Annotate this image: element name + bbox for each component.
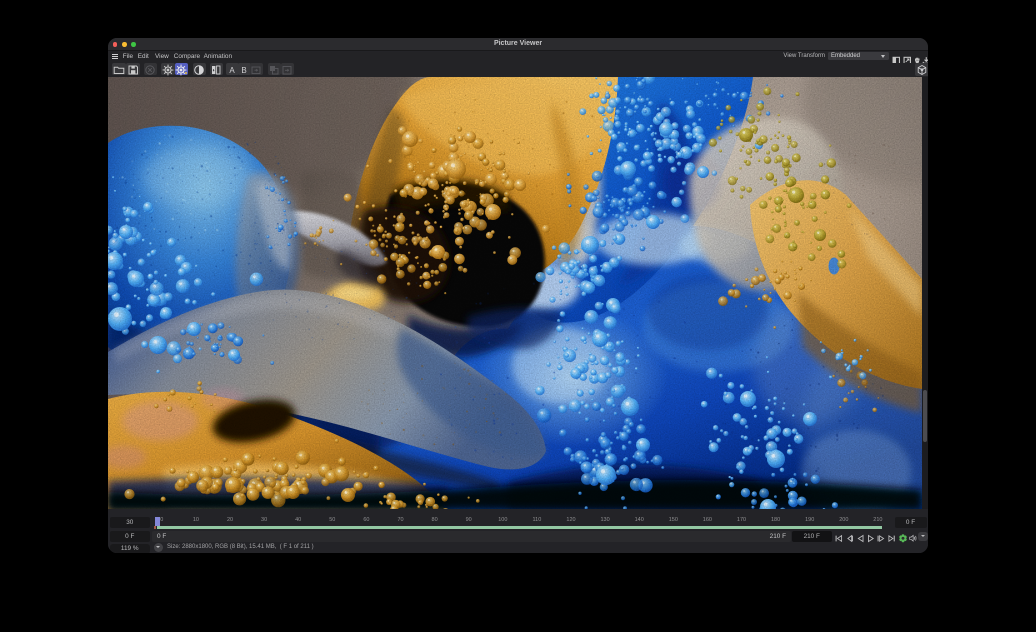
svg-text:B: B [242,66,247,75]
svg-text:A: A [230,66,236,75]
